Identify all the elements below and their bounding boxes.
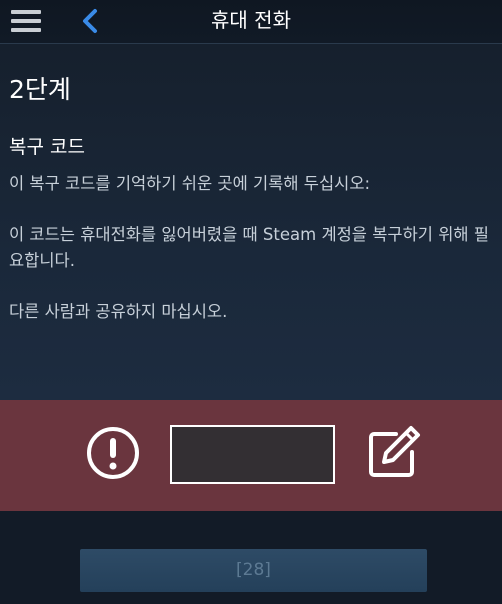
app-header: 휴대 전화 (0, 0, 502, 44)
section-title: 복구 코드 (9, 136, 85, 158)
warning-text: 다른 사람과 공유하지 마십시오. (9, 302, 228, 321)
recovery-code-display (170, 425, 335, 484)
edit-pencil-icon[interactable] (366, 424, 422, 480)
page-title: 휴대 전화 (211, 8, 291, 32)
continue-button[interactable]: [28] (80, 549, 427, 592)
exclamation-circle-icon (87, 427, 139, 479)
instruction-text: 이 복구 코드를 기억하기 쉬운 곳에 기록해 두십시오: (9, 174, 371, 193)
step-title: 2단계 (9, 75, 71, 104)
explanation-text: 이 코드는 휴대전화를 잃어버렸을 때 Steam 계정을 복구하기 위해 필요… (9, 225, 489, 270)
